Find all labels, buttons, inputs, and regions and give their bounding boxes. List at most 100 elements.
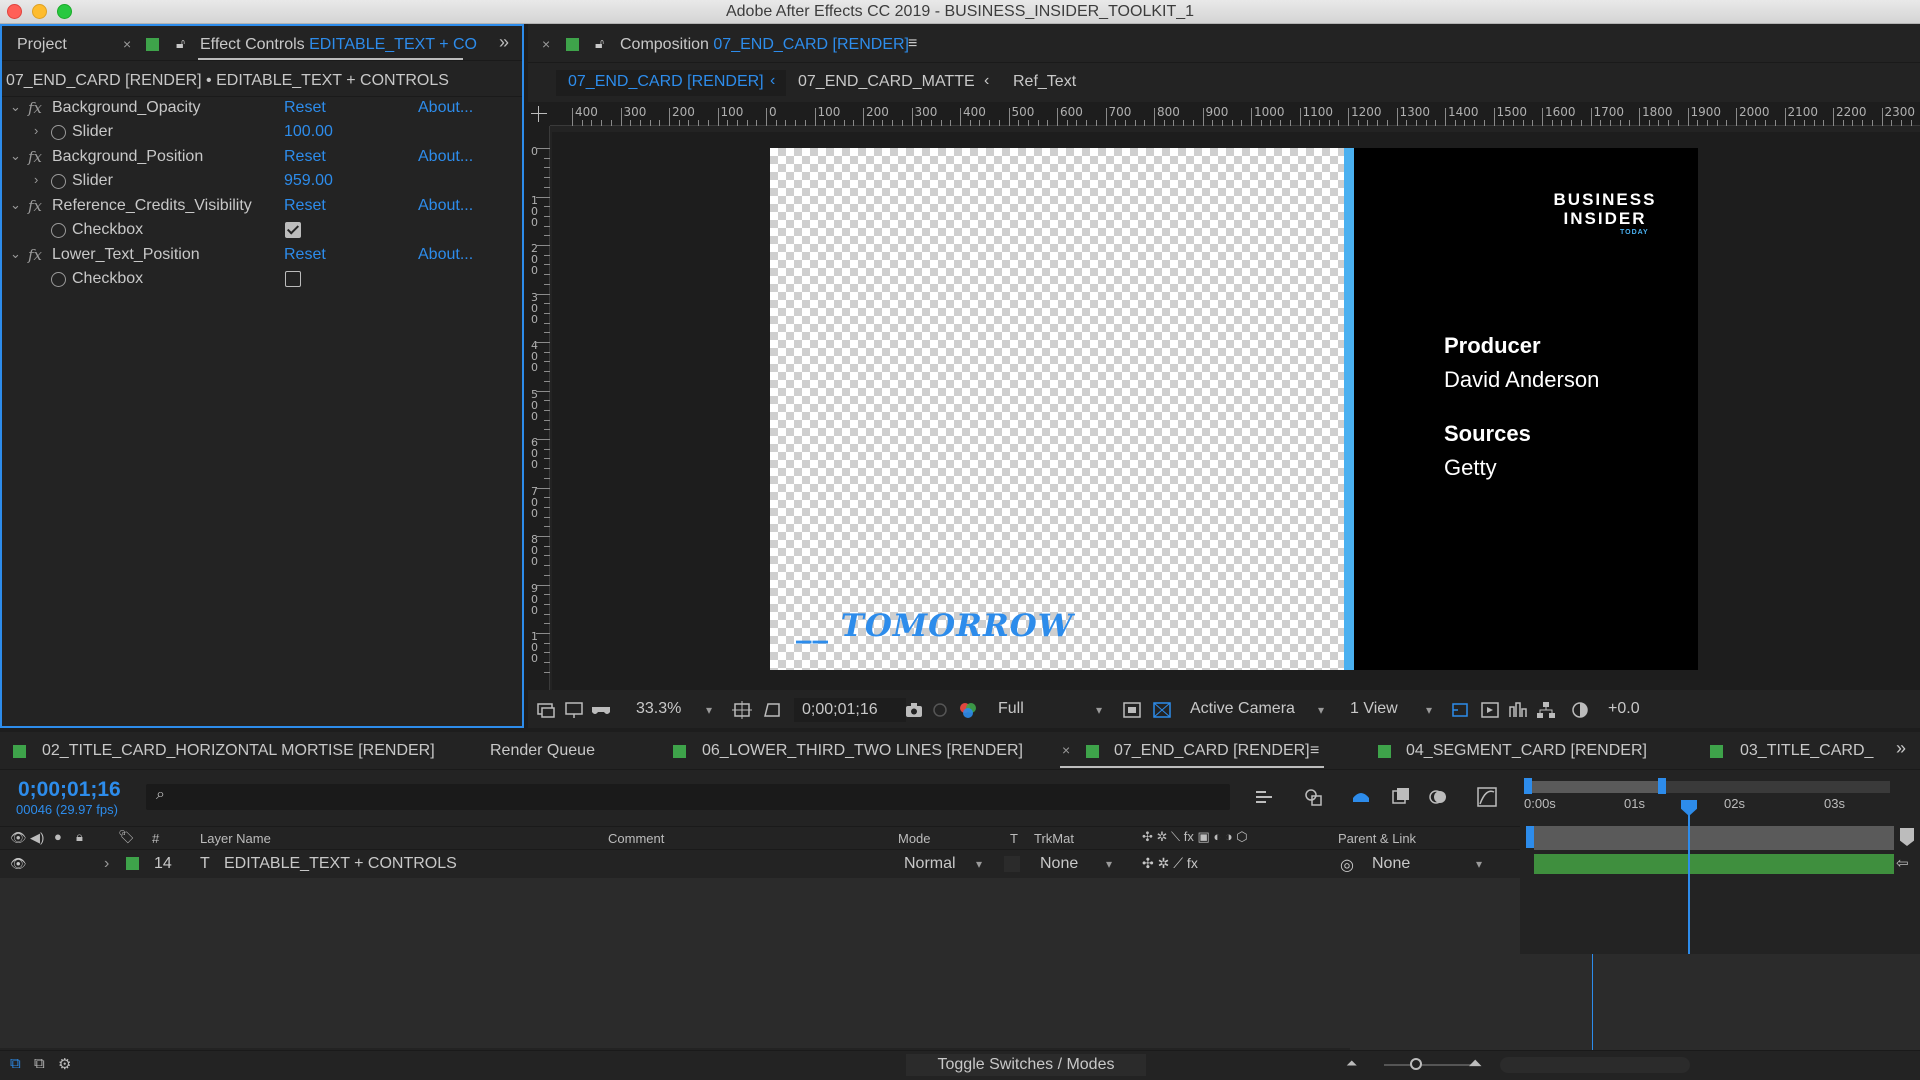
- layer-mode-select[interactable]: Normal: [904, 855, 956, 873]
- tab-project[interactable]: Project: [17, 36, 67, 54]
- 3d-glasses-icon[interactable]: [590, 701, 610, 719]
- tab-02-title-card[interactable]: 02_TITLE_CARD_HORIZONTAL MORTISE [RENDER…: [42, 742, 435, 760]
- checkbox-checked[interactable]: [285, 222, 301, 238]
- tab-04-segment-card[interactable]: 04_SEGMENT_CARD [RENDER]: [1406, 742, 1647, 760]
- in-out-pane-icon[interactable]: ⚙︎: [58, 1055, 71, 1073]
- chevron-down-icon[interactable]: ⌄: [10, 197, 21, 213]
- column-trkmat[interactable]: TrkMat: [1034, 831, 1074, 846]
- chevron-down-icon[interactable]: ⌄: [10, 246, 21, 262]
- zoom-out-icon[interactable]: ⏶: [1346, 1055, 1357, 1072]
- time-navigator-scroll[interactable]: [1500, 1057, 1690, 1073]
- switches-icons[interactable]: ✣ ✲ ⟍ fx ▣ ◐ ◑ ⬡: [1142, 829, 1248, 845]
- chevron-down-icon[interactable]: ▾: [1476, 857, 1482, 871]
- reset-link[interactable]: Reset: [284, 148, 326, 166]
- timecode-field[interactable]: 0;00;01;16: [794, 698, 906, 722]
- panel-overflow-icon[interactable]: »: [499, 32, 509, 53]
- stopwatch-icon[interactable]: [51, 223, 66, 238]
- current-time-indicator[interactable]: [1688, 800, 1690, 954]
- fx-icon[interactable]: fx: [28, 246, 42, 264]
- chevron-down-icon[interactable]: ⌄: [10, 99, 21, 115]
- zoom-level[interactable]: 33.3%: [636, 700, 681, 718]
- mask-toggle-icon[interactable]: [762, 701, 782, 719]
- panel-menu-icon[interactable]: ≡: [908, 35, 917, 53]
- toggle-switches-modes-button[interactable]: Toggle Switches / Modes: [906, 1054, 1146, 1076]
- column-t[interactable]: T: [1010, 831, 1018, 846]
- layer-name[interactable]: EDITABLE_TEXT + CONTROLS: [224, 855, 457, 873]
- label-color-chip[interactable]: [13, 745, 26, 758]
- zoom-slider-handle[interactable]: [1410, 1058, 1422, 1070]
- chevron-down-icon[interactable]: ▾: [1318, 703, 1324, 717]
- zoom-slider[interactable]: [1384, 1064, 1474, 1066]
- frame-blending-icon[interactable]: [1390, 786, 1412, 808]
- column-layer-name[interactable]: Layer Name: [200, 831, 271, 846]
- effect-row-background-opacity[interactable]: ⌄ fx Background_Opacity Reset About...: [0, 96, 500, 120]
- tab-composition[interactable]: Composition 07_END_CARD [RENDER]: [620, 36, 909, 54]
- panel-menu-icon[interactable]: ≡: [1310, 742, 1319, 760]
- about-link[interactable]: About...: [418, 148, 473, 166]
- about-link[interactable]: About...: [418, 197, 473, 215]
- active-camera-select[interactable]: Active Camera: [1190, 700, 1295, 718]
- in-point-marker[interactable]: [1526, 826, 1534, 848]
- zoom-in-icon[interactable]: ⏶: [1468, 1053, 1482, 1074]
- lock-icon[interactable]: 🔓︎: [595, 35, 604, 52]
- param-row-slider[interactable]: › Slider 959.00: [0, 169, 500, 193]
- lock-icon[interactable]: 🔓︎: [176, 35, 185, 52]
- chevron-down-icon[interactable]: ▾: [1106, 857, 1112, 871]
- slider-value[interactable]: 100.00: [284, 123, 333, 141]
- chevron-down-icon[interactable]: ⌄: [10, 148, 21, 164]
- layer-switches[interactable]: ✣ ✲ ⟋ fx: [1142, 855, 1198, 872]
- reset-link[interactable]: Reset: [284, 197, 326, 215]
- slider-value[interactable]: 959.00: [284, 172, 333, 190]
- column-mode[interactable]: Mode: [898, 831, 931, 846]
- chevron-right-icon[interactable]: ›: [34, 172, 38, 187]
- tab-03-title-card[interactable]: 03_TITLE_CARD_: [1740, 742, 1873, 760]
- always-preview-icon[interactable]: [536, 701, 556, 719]
- fx-icon[interactable]: fx: [28, 99, 42, 117]
- param-row-checkbox[interactable]: Checkbox: [0, 218, 500, 242]
- layer-search-input[interactable]: ⌕: [146, 784, 1230, 810]
- close-tab-icon[interactable]: ×: [542, 36, 550, 52]
- stopwatch-icon[interactable]: [51, 174, 66, 189]
- flowchart-icon[interactable]: [1536, 701, 1556, 719]
- reset-link[interactable]: Reset: [284, 99, 326, 117]
- tab-07-end-card[interactable]: 07_END_CARD [RENDER]: [1114, 742, 1310, 760]
- timeline-icon[interactable]: [1508, 701, 1528, 719]
- breadcrumb-item[interactable]: 07_END_CARD_MATTE: [798, 73, 975, 91]
- show-snapshot-icon[interactable]: [930, 701, 950, 719]
- timeline-empty-area[interactable]: [0, 878, 1520, 1048]
- label-color-chip[interactable]: [1086, 745, 1099, 758]
- chevron-right-icon[interactable]: ›: [34, 123, 38, 138]
- stopwatch-icon[interactable]: [51, 272, 66, 287]
- fx-icon[interactable]: fx: [28, 197, 42, 215]
- column-number[interactable]: #: [152, 831, 159, 846]
- close-tab-icon[interactable]: ×: [123, 36, 131, 52]
- breadcrumb-item[interactable]: Ref_Text: [1013, 73, 1076, 91]
- about-link[interactable]: About...: [418, 99, 473, 117]
- color-channels-icon[interactable]: [958, 701, 978, 719]
- tab-06-lower-third[interactable]: 06_LOWER_THIRD_TWO LINES [RENDER]: [702, 742, 1023, 760]
- chevron-down-icon[interactable]: ▾: [1096, 703, 1102, 717]
- effect-row-reference-credits-visibility[interactable]: ⌄ fx Reference_Credits_Visibility Reset …: [0, 194, 500, 218]
- column-comment[interactable]: Comment: [608, 831, 664, 846]
- region-of-interest-icon[interactable]: [1122, 701, 1142, 719]
- pick-whip-icon[interactable]: ◎: [1340, 855, 1354, 875]
- trkmat-select[interactable]: None: [1040, 855, 1078, 873]
- eye-icon[interactable]: 👁︎: [10, 830, 27, 846]
- reset-link[interactable]: Reset: [284, 246, 326, 264]
- link-icon[interactable]: ⇦: [1896, 854, 1909, 872]
- effect-row-lower-text-position[interactable]: ⌄ fx Lower_Text_Position Reset About...: [0, 243, 500, 267]
- param-row-slider[interactable]: › Slider 100.00: [0, 120, 500, 144]
- breadcrumb-active[interactable]: 07_END_CARD [RENDER] ‹: [556, 70, 786, 96]
- label-color-chip[interactable]: [673, 745, 686, 758]
- current-time-display[interactable]: 0;00;01;16: [18, 778, 121, 802]
- reset-exposure-icon[interactable]: [1570, 701, 1590, 719]
- parent-select[interactable]: None: [1372, 855, 1410, 873]
- effect-row-background-position[interactable]: ⌄ fx Background_Position Reset About...: [0, 145, 500, 169]
- label-color-chip[interactable]: [1710, 745, 1723, 758]
- work-area-end-handle[interactable]: [1658, 778, 1666, 794]
- chevron-down-icon[interactable]: ▾: [706, 703, 712, 717]
- audio-icon[interactable]: ◀): [30, 830, 44, 846]
- panel-overflow-icon[interactable]: »: [1896, 738, 1906, 759]
- solo-icon[interactable]: ●: [54, 829, 62, 844]
- label-color-chip[interactable]: [1378, 745, 1391, 758]
